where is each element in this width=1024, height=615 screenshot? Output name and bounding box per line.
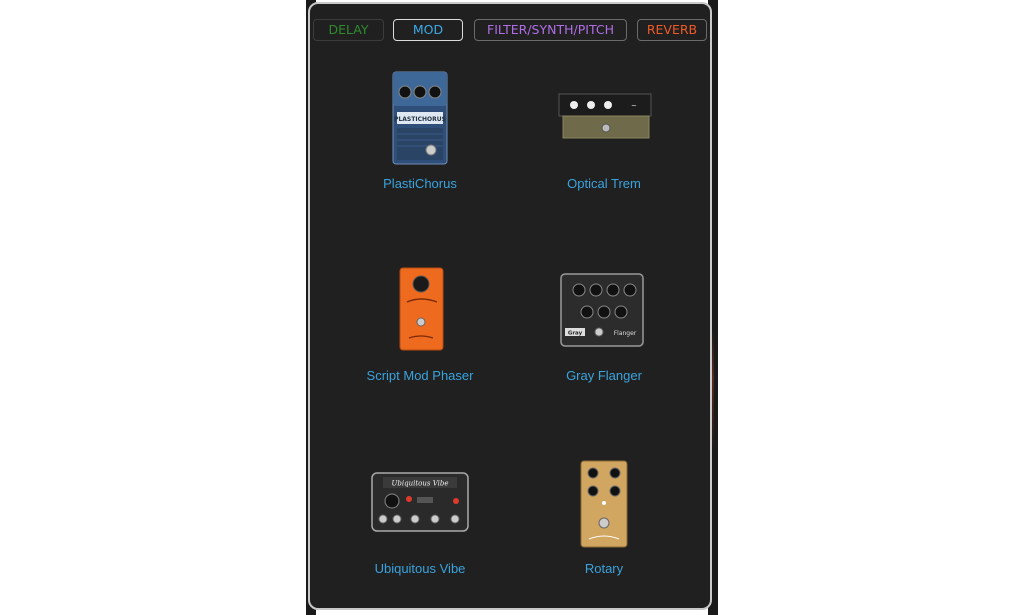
pedal-rotary[interactable]: Rotary — [519, 459, 689, 589]
pedal-label: Rotary — [584, 561, 624, 576]
tab-reverb[interactable]: REVERB — [637, 19, 707, 41]
ubiquitous-vibe-pedal-icon: Ubiquitous Vibe — [371, 472, 469, 532]
pedal-label: Gray Flanger — [566, 368, 642, 383]
gray-flanger-pedal-icon: Gray Flanger — [560, 273, 644, 347]
effects-browser-panel: DELAY MOD FILTER/SYNTH/PITCH REVERB PLAS… — [308, 2, 712, 610]
plastichorus-badge: PLASTICHORUS — [394, 116, 446, 123]
gray-flanger-caption: Flanger — [614, 330, 637, 337]
pedal-ubiquitous-vibe[interactable]: Ubiquitous Vibe Ubiquitous Vibe — [335, 459, 505, 589]
pedal-label: Script Mod Phaser — [366, 368, 474, 383]
pedal-label: PlastiChorus — [383, 176, 457, 191]
svg-text:~: ~ — [631, 102, 637, 110]
optical-trem-pedal-icon: ~ — [558, 93, 652, 139]
ubiquitous-vibe-badge: Ubiquitous Vibe — [392, 480, 449, 488]
pedal-label: Ubiquitous Vibe — [374, 561, 466, 576]
plastichorus-pedal-icon: PLASTICHORUS — [392, 71, 448, 165]
pedal-label: Optical Trem — [567, 176, 641, 191]
script-phaser-pedal-icon — [399, 267, 444, 351]
rotary-pedal-icon — [580, 460, 628, 548]
pedal-plastichorus[interactable]: PLASTICHORUS PlastiChorus — [335, 70, 505, 200]
pedal-optical-trem[interactable]: ~ Optical Trem — [519, 70, 689, 200]
tab-filter-synth-pitch[interactable]: FILTER/SYNTH/PITCH — [474, 19, 627, 41]
gray-flanger-badge: Gray — [568, 331, 583, 337]
tab-delay[interactable]: DELAY — [313, 19, 384, 41]
pedal-gray-flanger[interactable]: Gray Flanger Gray Flanger — [519, 266, 689, 396]
tab-mod[interactable]: MOD — [393, 19, 463, 41]
pedal-script-mod-phaser[interactable]: Script Mod Phaser — [335, 266, 505, 396]
category-tabs: DELAY MOD FILTER/SYNTH/PITCH REVERB — [310, 19, 710, 43]
